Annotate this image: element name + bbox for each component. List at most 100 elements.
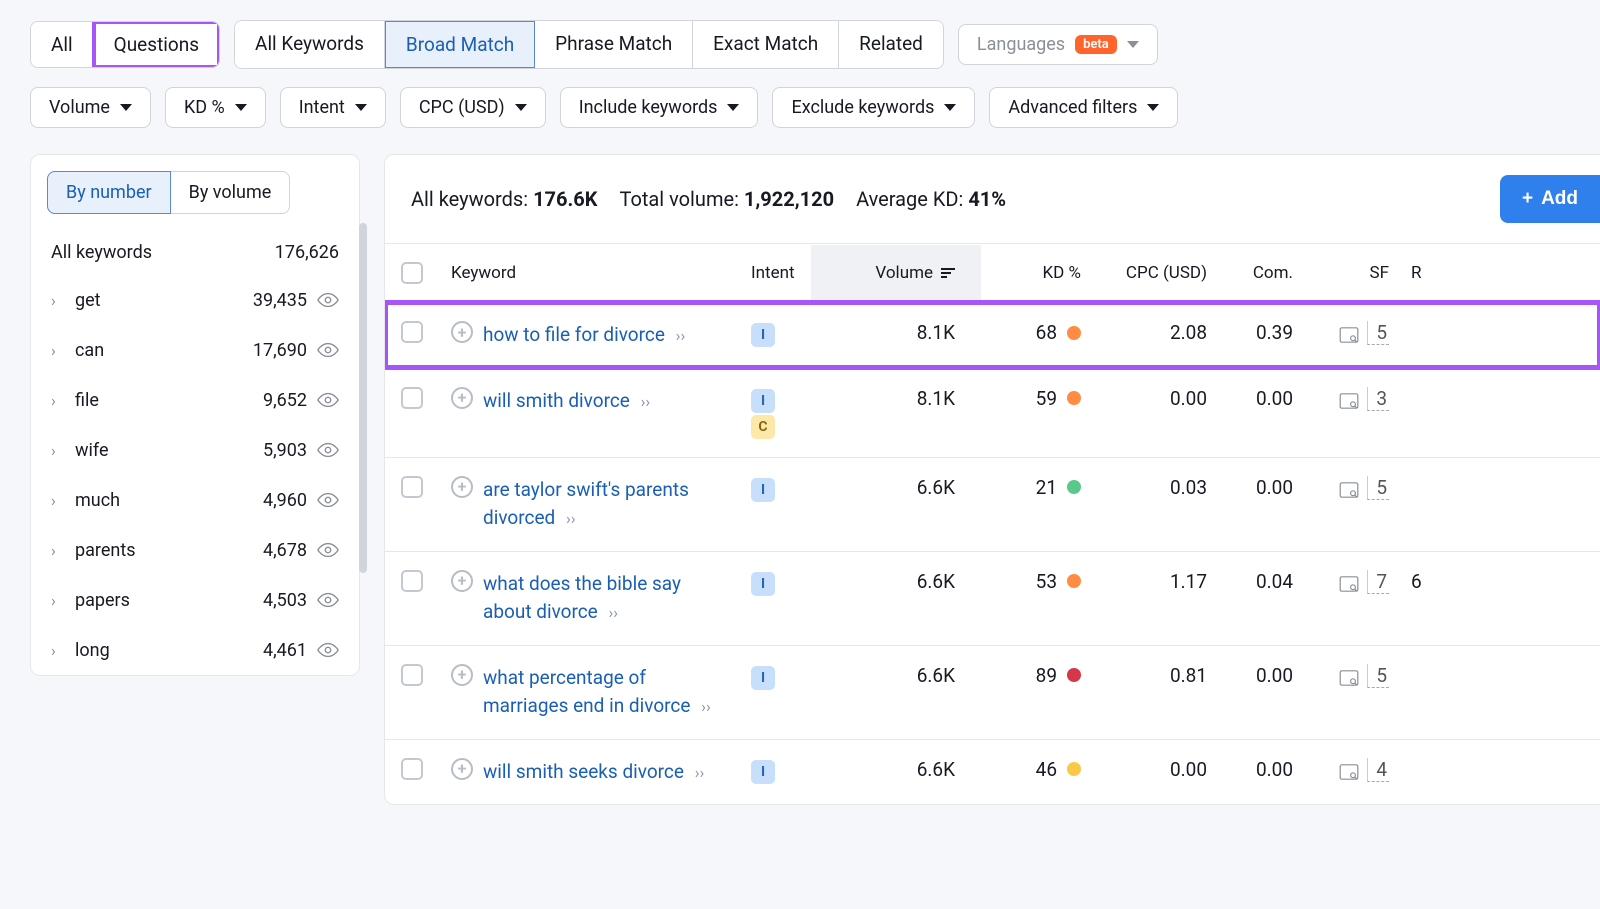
cell-volume: 6.6K [811,740,981,799]
eye-icon[interactable] [317,589,339,611]
kd-dot-icon [1067,574,1081,588]
sidebar-item-parents[interactable]: ›parents4,678 [31,525,359,575]
cell-intent: IC [739,369,811,457]
row-checkbox[interactable] [401,321,423,343]
sidebar-item-file[interactable]: ›file9,652 [31,375,359,425]
filter-cpc-usd-[interactable]: CPC (USD) [400,87,546,128]
filter-intent[interactable]: Intent [280,87,386,128]
chevron-down-icon [944,104,956,111]
summary-bar: All keywords: 176.6K Total volume: 1,922… [385,155,1600,243]
sidebar-item-can[interactable]: ›can17,690 [31,325,359,375]
keyword-link[interactable]: will smith divorce [483,389,630,412]
side-tab-by-volume[interactable]: By volume [171,171,291,214]
eye-icon[interactable] [317,489,339,511]
eye-icon[interactable] [317,389,339,411]
eye-icon[interactable] [317,639,339,661]
filter-exclude-keywords[interactable]: Exclude keywords [772,87,975,128]
sidebar-item-papers[interactable]: ›papers4,503 [31,575,359,625]
serp-features-icon[interactable] [1339,480,1359,496]
expand-icon[interactable]: + [451,664,473,686]
beta-badge: beta [1075,35,1117,54]
chevron-down-icon [1127,41,1139,48]
keyword-link[interactable]: will smith seeks divorce [483,760,684,783]
serp-features-icon[interactable] [1339,668,1359,684]
filter-kd-[interactable]: KD % [165,87,266,128]
col-keyword[interactable]: Keyword [439,245,739,301]
sidebar-header: All keywords 176,626 [31,230,359,275]
tab-exact-match[interactable]: Exact Match [693,21,839,68]
summary-total-volume: Total volume: 1,922,120 [619,187,834,211]
eye-icon[interactable] [317,439,339,461]
expand-icon[interactable]: + [451,476,473,498]
eye-icon[interactable] [317,339,339,361]
keyword-link[interactable]: what percentage of marriages end in divo… [483,666,690,718]
tab-group-type: AllQuestions [30,21,220,68]
filter-advanced-filters[interactable]: Advanced filters [989,87,1178,128]
col-sf[interactable]: SF [1305,245,1399,301]
cell-kd: 21 [981,458,1099,517]
cell-cpc: 1.17 [1099,552,1219,611]
serp-features-icon[interactable] [1339,391,1359,407]
cell-kd: 89 [981,646,1099,705]
chevron-right-icon: › [51,641,65,660]
keyword-link[interactable]: what does the bible say about divorce [483,572,681,624]
double-chevron-icon[interactable]: ›› [695,763,705,782]
double-chevron-icon[interactable]: ›› [701,697,711,716]
row-checkbox[interactable] [401,570,423,592]
side-tab-by-number[interactable]: By number [47,171,171,214]
eye-icon[interactable] [317,539,339,561]
serp-features-icon[interactable] [1339,325,1359,341]
filter-row: Volume KD % Intent CPC (USD) Include keyword… [30,87,1600,128]
serp-features-icon[interactable] [1339,574,1359,590]
serp-features-icon[interactable] [1339,762,1359,778]
tab-all-keywords[interactable]: All Keywords [235,21,385,68]
expand-icon[interactable]: + [451,321,473,343]
tab-phrase-match[interactable]: Phrase Match [535,21,693,68]
tab-broad-match[interactable]: Broad Match [385,21,535,68]
sidebar-item-long[interactable]: ›long4,461 [31,625,359,675]
cell-sf: 5 [1305,458,1399,518]
keyword-link[interactable]: how to file for divorce [483,323,665,346]
col-kd[interactable]: KD % [981,245,1099,301]
filter-include-keywords[interactable]: Include keywords [560,87,759,128]
eye-icon[interactable] [317,289,339,311]
col-com[interactable]: Com. [1219,245,1305,301]
select-all-checkbox[interactable] [401,262,423,284]
sidebar-item-much[interactable]: ›much4,960 [31,475,359,525]
col-r[interactable]: R [1399,245,1433,301]
col-cpc[interactable]: CPC (USD) [1099,245,1219,301]
double-chevron-icon[interactable]: ›› [676,326,686,345]
languages-dropdown[interactable]: Languages beta [958,24,1158,65]
tab-related[interactable]: Related [839,21,943,68]
expand-icon[interactable]: + [451,570,473,592]
tab-all[interactable]: All [31,22,94,67]
double-chevron-icon[interactable]: ›› [566,509,576,528]
cell-com: 0.00 [1219,740,1305,799]
sidebar-item-wife[interactable]: ›wife5,903 [31,425,359,475]
row-checkbox[interactable] [401,664,423,686]
sidebar-header-label: All keywords [51,242,152,263]
tab-group-match: All KeywordsBroad MatchPhrase MatchExact… [234,20,944,69]
intent-badge-i: I [751,666,775,690]
cell-intent: I [739,646,811,708]
expand-icon[interactable]: + [451,387,473,409]
add-button[interactable]: +Add [1500,175,1600,223]
col-volume[interactable]: Volume [811,245,981,301]
sidebar-item-get[interactable]: ›get39,435 [31,275,359,325]
kd-dot-icon [1067,480,1081,494]
row-checkbox[interactable] [401,758,423,780]
keyword-link[interactable]: are taylor swift's parents divorced [483,478,689,530]
cell-r [1399,369,1429,405]
row-checkbox[interactable] [401,387,423,409]
cell-volume: 6.6K [811,552,981,611]
double-chevron-icon[interactable]: ›› [641,392,651,411]
cell-kd: 46 [981,740,1099,799]
col-intent[interactable]: Intent [739,245,811,301]
row-checkbox[interactable] [401,476,423,498]
tab-questions[interactable]: Questions [94,22,219,67]
double-chevron-icon[interactable]: ›› [608,603,618,622]
expand-icon[interactable]: + [451,758,473,780]
cell-intent: I [739,303,811,365]
scrollbar[interactable] [359,223,367,573]
filter-volume[interactable]: Volume [30,87,151,128]
